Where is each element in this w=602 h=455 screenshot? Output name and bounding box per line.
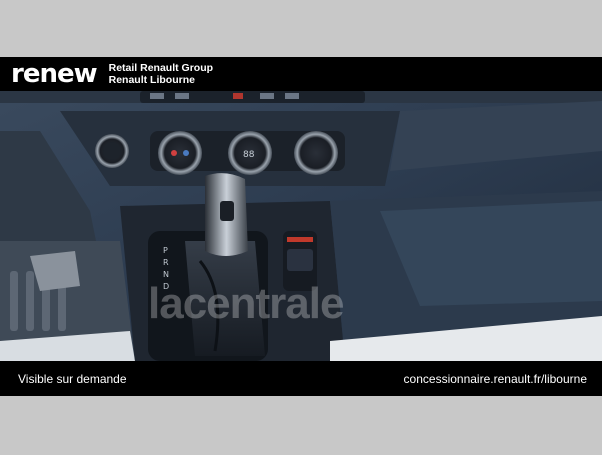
header-bar: renew Retail Renault Group Renault Libou… — [0, 57, 602, 91]
svg-text:N: N — [163, 270, 169, 279]
dealer-line-2: Renault Libourne — [108, 74, 195, 86]
car-photo: 88 P R N D lacentrale — [0, 91, 602, 361]
listing-frame: renew Retail Renault Group Renault Libou… — [0, 57, 602, 396]
watermark: lacentrale — [148, 279, 344, 328]
svg-text:R: R — [163, 258, 169, 267]
dealer-line-1: Retail Renault Group — [108, 62, 214, 74]
svg-text:88: 88 — [243, 150, 255, 160]
svg-text:P: P — [163, 246, 168, 255]
dealer-name: Retail Renault Group Renault Libourne — [109, 62, 213, 86]
availability-text: Visible sur demande — [18, 371, 127, 386]
renew-logo: renew — [11, 59, 98, 89]
footer-bar: Visible sur demande concessionnaire.rena… — [0, 361, 602, 396]
dealer-url-link[interactable]: concessionnaire.renault.fr/libourne — [404, 372, 587, 386]
